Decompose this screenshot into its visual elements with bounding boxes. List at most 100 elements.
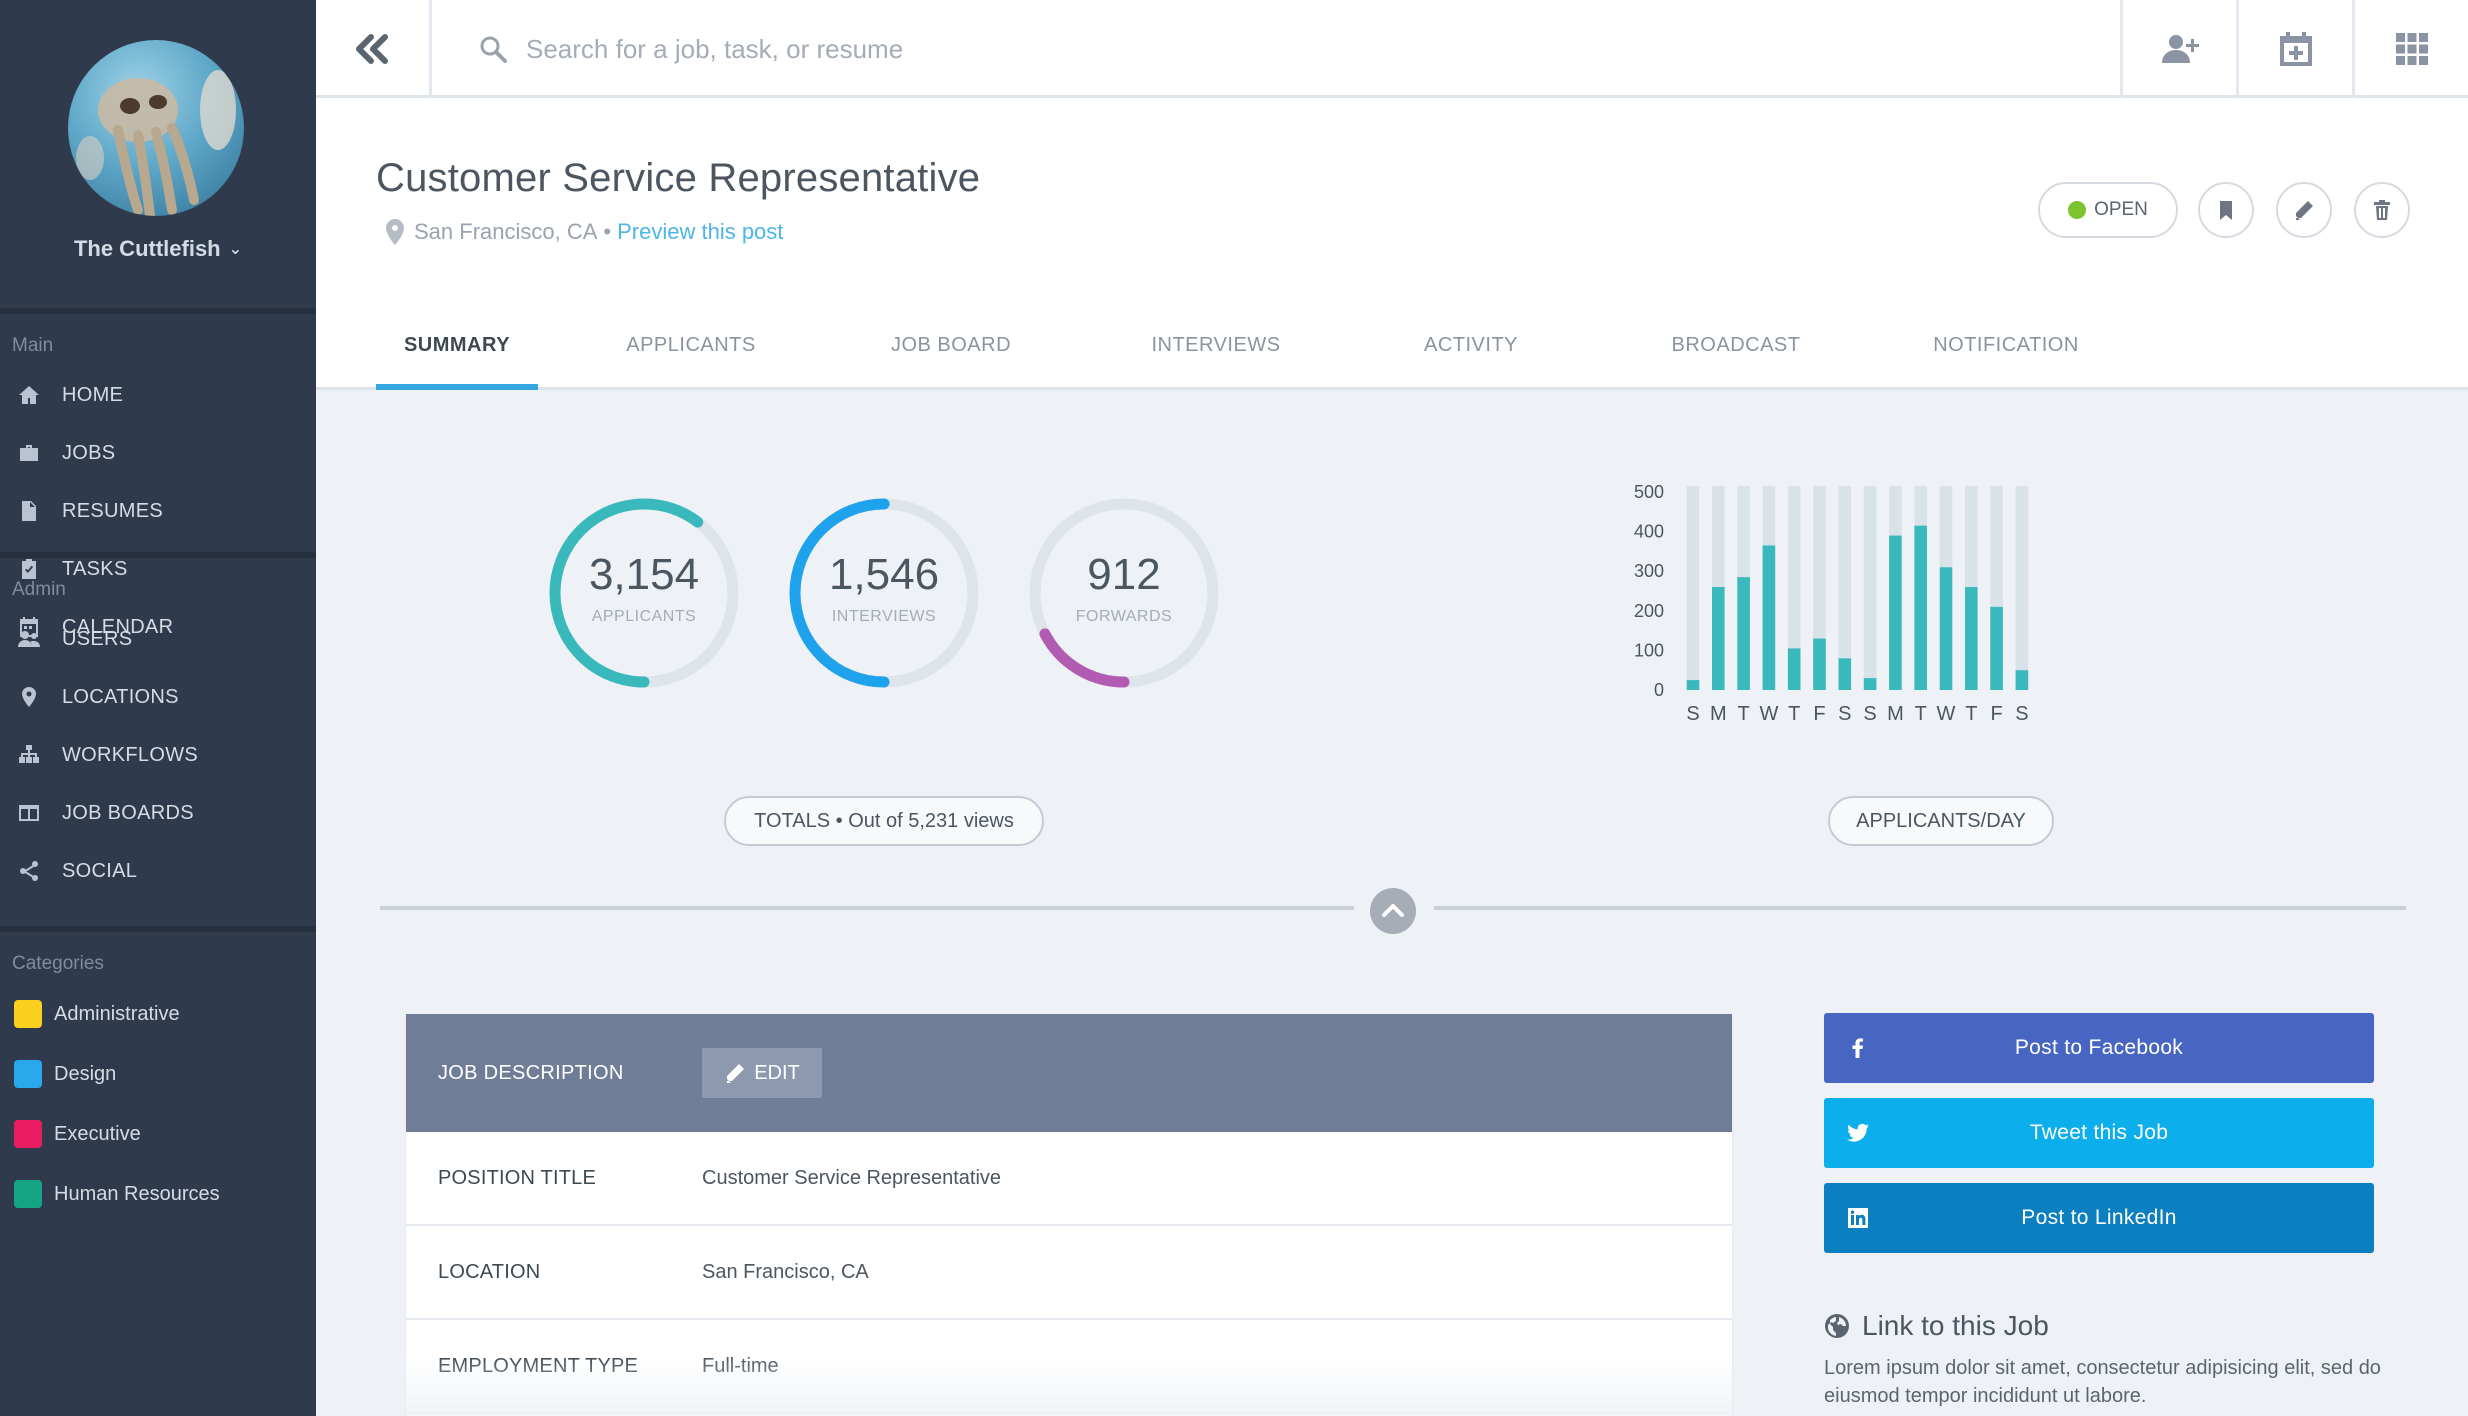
bar[interactable] — [1813, 638, 1826, 690]
category-label: Design — [54, 1062, 117, 1085]
add-event-button[interactable] — [2236, 0, 2352, 98]
profile-name-dropdown[interactable]: The Cuttlefish ⌄ — [0, 236, 316, 262]
job-description-header: JOB DESCRIPTION EDIT — [406, 1014, 1732, 1132]
map-pin-icon — [16, 684, 42, 710]
section-divider — [380, 906, 1354, 910]
preview-post-link[interactable]: Preview this post — [617, 219, 783, 245]
job-location: San Francisco, CA — [414, 219, 598, 244]
category-label: Executive — [54, 1122, 141, 1145]
bar-track — [1686, 486, 1700, 690]
totals-caption: TOTALS • Out of 5,231 views — [724, 796, 1044, 846]
bookmark-button[interactable] — [2198, 182, 2254, 238]
x-tick-label: M — [1887, 703, 1904, 725]
nav-section-categories: Categories Administrative Design Executi… — [0, 944, 316, 1224]
topbar — [316, 0, 2468, 98]
applicants-per-day-chart: 500 400 300 200 100 0 S M T W T F S S M T W T F S — [1620, 478, 2240, 738]
link-to-job-description: Lorem ipsum dolor sit amet, consectetur … — [1824, 1357, 2381, 1407]
avatar[interactable] — [68, 40, 244, 216]
bar-chart-svg: 5004003002001000S M T W T F S S M T W T F S — [1634, 482, 2029, 725]
category-item-executive[interactable]: Executive — [0, 1104, 316, 1164]
bar[interactable] — [1990, 606, 2003, 690]
search-icon — [480, 36, 507, 63]
bar[interactable] — [1712, 587, 1725, 690]
x-tick-label: W — [1759, 703, 1778, 725]
job-header: Customer Service Representative San Fran… — [316, 98, 2468, 390]
briefcase-icon — [16, 440, 42, 466]
tab-broadcast[interactable]: BROADCAST — [1656, 318, 1816, 390]
status-indicator — [2068, 201, 2087, 219]
bar[interactable] — [1889, 535, 1902, 690]
sidebar-item-label: USERS — [62, 627, 133, 650]
post-to-facebook-button[interactable]: Post to Facebook — [1824, 1013, 2374, 1083]
category-label: Administrative — [54, 1002, 180, 1025]
twitter-icon — [1846, 1121, 1870, 1145]
collapse-sidebar-button[interactable] — [316, 0, 432, 98]
bar[interactable] — [1686, 680, 1700, 690]
status-toggle[interactable]: OPEN — [2038, 182, 2178, 238]
sidebar-item-home[interactable]: HOME — [0, 366, 316, 424]
sidebar-item-resumes[interactable]: RESUMES — [0, 482, 316, 540]
bar[interactable] — [1838, 658, 1852, 690]
edit-job-button[interactable] — [2276, 182, 2332, 238]
job-description-heading: JOB DESCRIPTION — [438, 1061, 624, 1084]
bookmark-icon — [2220, 201, 2232, 220]
search-input[interactable] — [526, 33, 1426, 65]
nav-heading-categories: Categories — [12, 953, 104, 974]
table-row: POSITION TITLE Customer Service Represen… — [406, 1132, 1732, 1226]
cuttlefish-photo — [76, 70, 236, 216]
bar[interactable] — [1762, 545, 1776, 690]
nav-heading-admin: Admin — [12, 579, 66, 600]
post-to-linkedin-button[interactable]: Post to LinkedIn — [1824, 1183, 2374, 1253]
status-label: OPEN — [2094, 199, 2148, 220]
trash-icon — [2374, 200, 2390, 220]
collapse-stats-button[interactable] — [1370, 888, 1416, 934]
grid-icon — [2395, 33, 2428, 65]
bar[interactable] — [1787, 648, 1801, 690]
link-to-job-heading: Link to this Job — [1824, 1310, 2049, 1342]
tab-activity[interactable]: ACTIVITY — [1396, 318, 1546, 390]
bar[interactable] — [1939, 567, 1953, 690]
link-to-job-title: Link to this Job — [1862, 1310, 2049, 1341]
map-pin-icon — [386, 219, 404, 245]
x-tick-label: M — [1710, 703, 1727, 725]
sidebar-item-users[interactable]: USERS — [0, 610, 316, 668]
category-item-design[interactable]: Design — [0, 1044, 316, 1104]
forwards-caption: FORWARDS — [1075, 608, 1173, 625]
add-user-button[interactable] — [2120, 0, 2236, 98]
tab-notification[interactable]: NOTIFICATION — [1916, 318, 2096, 390]
forwards-count: 912 — [1087, 550, 1161, 599]
edit-label: EDIT — [754, 1061, 800, 1084]
sidebar-item-job-boards[interactable]: JOB BOARDS — [0, 784, 316, 842]
sidebar-item-label: RESUMES — [62, 499, 164, 522]
facebook-icon — [1846, 1036, 1870, 1060]
delete-job-button[interactable] — [2354, 182, 2410, 238]
bar[interactable] — [2015, 670, 2029, 690]
category-item-human-resources[interactable]: Human Resources — [0, 1164, 316, 1224]
sidebar-item-social[interactable]: SOCIAL — [0, 842, 316, 900]
share-icon — [16, 858, 42, 884]
document-icon — [16, 498, 42, 524]
tab-job-board[interactable]: JOB BOARD — [876, 318, 1026, 390]
sidebar-item-workflows[interactable]: WORKFLOWS — [0, 726, 316, 784]
bar[interactable] — [1965, 587, 1978, 690]
x-tick-label: T — [1737, 703, 1749, 725]
row-key: LOCATION — [438, 1260, 541, 1283]
y-tick-label: 400 — [1634, 522, 1664, 542]
bar-track — [1863, 486, 1877, 690]
edit-description-button[interactable]: EDIT — [702, 1048, 822, 1098]
tab-interviews[interactable]: INTERVIEWS — [1136, 318, 1296, 390]
bar[interactable] — [1863, 678, 1877, 690]
columns-icon — [16, 800, 42, 826]
tweet-job-button[interactable]: Tweet this Job — [1824, 1098, 2374, 1168]
bar[interactable] — [1737, 577, 1750, 690]
apps-button[interactable] — [2352, 0, 2468, 98]
category-item-administrative[interactable]: Administrative — [0, 984, 316, 1044]
sidebar-item-jobs[interactable]: JOBS — [0, 424, 316, 482]
tab-summary[interactable]: SUMMARY — [376, 318, 538, 390]
x-tick-label: T — [1788, 703, 1800, 725]
sidebar: The Cuttlefish ⌄ Main HOME JOBS RESUMES T… — [0, 0, 316, 1416]
profile-panel: The Cuttlefish ⌄ — [0, 0, 316, 314]
tab-applicants[interactable]: APPLICANTS — [616, 318, 766, 390]
bar[interactable] — [1914, 525, 1927, 690]
sidebar-item-locations[interactable]: LOCATIONS — [0, 668, 316, 726]
